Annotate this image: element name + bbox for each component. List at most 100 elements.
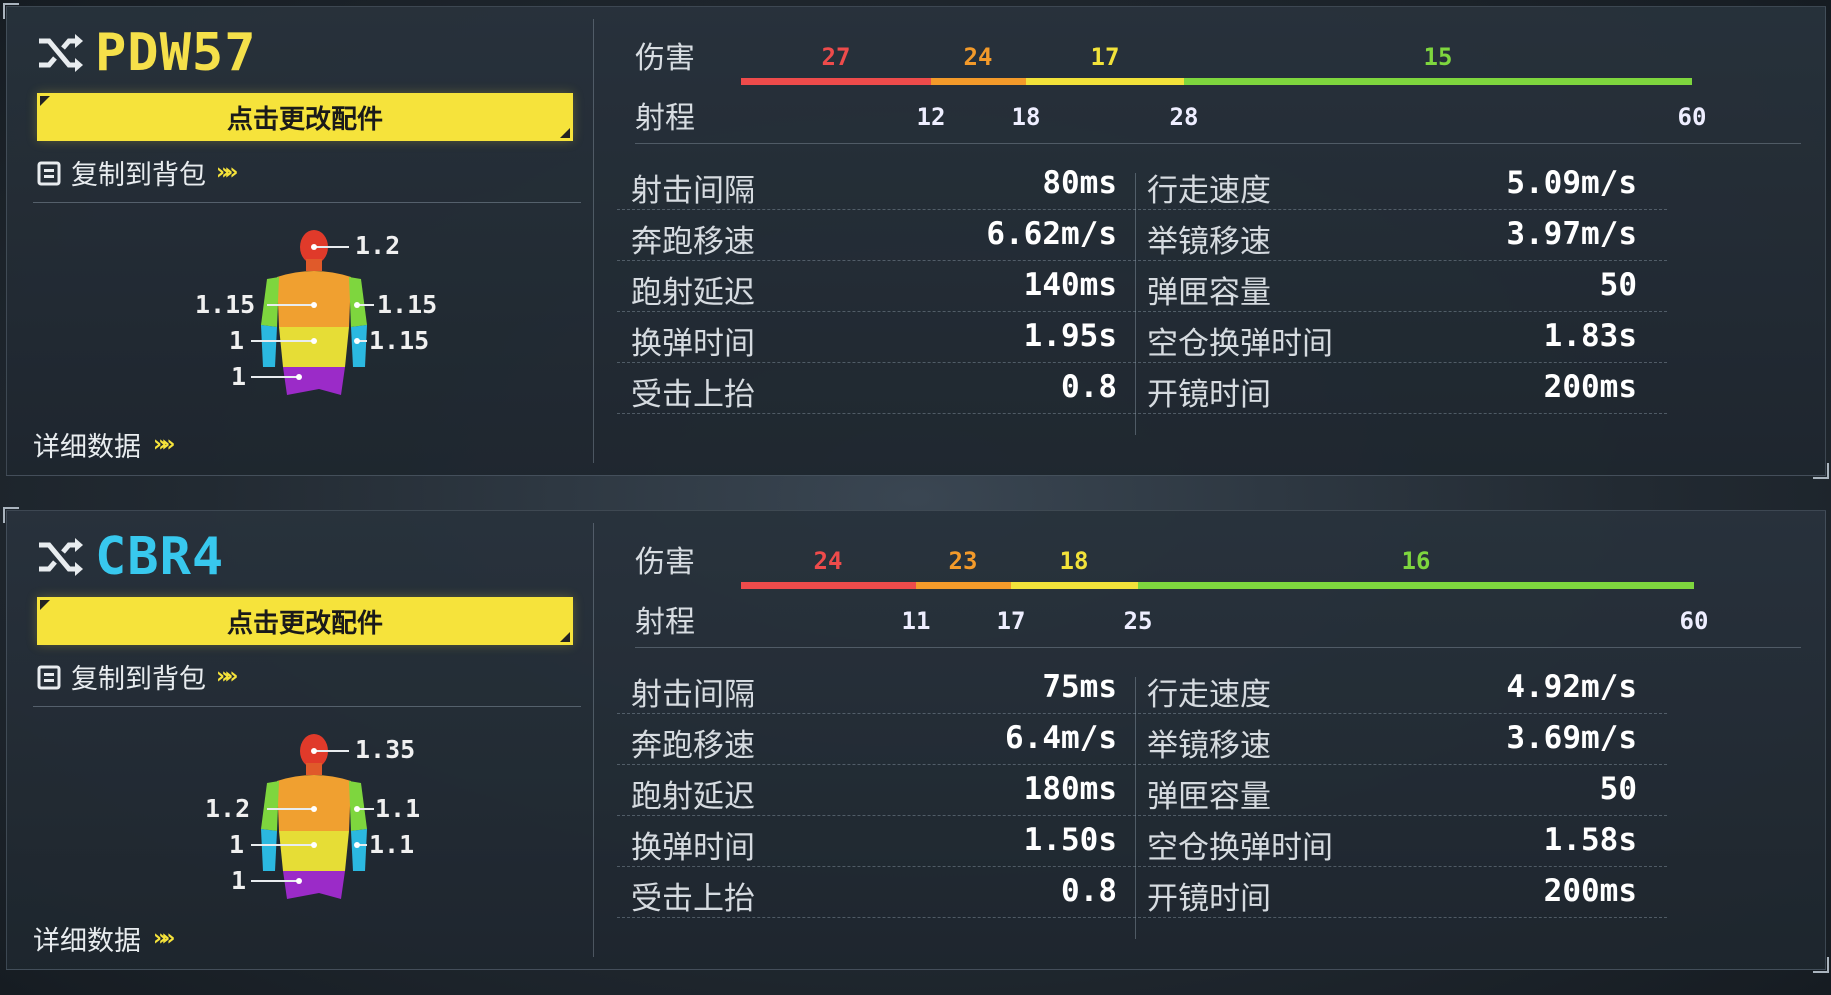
stat-label: 弹匣容量 <box>1147 779 1271 815</box>
stat-value: 200ms <box>1543 369 1637 405</box>
stat-value: 4.92m/s <box>1506 669 1637 705</box>
stat-label: 换弹时间 <box>631 830 755 866</box>
damage-value: 24 <box>963 43 993 71</box>
damage-segment-green <box>1184 78 1692 85</box>
stat-value: 6.62m/s <box>986 216 1117 252</box>
legs-multiplier: 1 <box>231 362 247 391</box>
double-chevron-right-icon: »» <box>153 432 176 457</box>
stat-row: 跑射延迟 180ms 弹匣容量 50 <box>617 765 1667 816</box>
stat-label: 射击间隔 <box>631 173 755 209</box>
detailed-data-link[interactable]: 详细数据 »» <box>33 425 176 464</box>
damage-value: 24 <box>813 547 843 575</box>
stat-label: 弹匣容量 <box>1147 275 1271 311</box>
range-tick: 28 <box>1169 103 1199 131</box>
double-chevron-right-icon: »» <box>153 926 176 951</box>
hit-multiplier-figure: 1.2 1.15 1.15 1 1.15 1 <box>169 217 469 417</box>
stat-row: 跑射延迟 140ms 弹匣容量 50 <box>617 261 1667 312</box>
stat-value: 1.95s <box>1023 318 1117 354</box>
weapon-stats-panel: 伤害 射程 27 24 17 15 12 18 28 60 射击间隔 80ms … <box>617 7 1817 475</box>
stat-value: 5.09m/s <box>1506 165 1637 201</box>
arm-multiplier: 1.15 <box>369 326 430 355</box>
weapon-title-row: PDW57 <box>37 21 257 85</box>
stat-row: 奔跑移速 6.4m/s 举镜移速 3.69m/s <box>617 714 1667 765</box>
arm-multiplier: 1.1 <box>369 830 415 859</box>
stat-row: 射击间隔 75ms 行走速度 4.92m/s <box>617 663 1667 714</box>
damage-value: 16 <box>1401 547 1431 575</box>
double-chevron-right-icon: »» <box>216 160 239 185</box>
legs-multiplier: 1 <box>231 866 247 895</box>
shuffle-icon[interactable] <box>37 535 85 579</box>
stat-value: 140ms <box>1023 267 1117 303</box>
weapon-title-row: CBR4 <box>37 525 224 589</box>
double-chevron-right-icon: »» <box>216 664 239 689</box>
range-label: 射程 <box>635 605 695 640</box>
stat-label: 举镜移速 <box>1147 224 1271 260</box>
stat-value: 0.8 <box>1061 873 1117 909</box>
copy-to-backpack-link[interactable]: 复制到背包 »» <box>37 153 239 192</box>
stat-value: 200ms <box>1543 873 1637 909</box>
stat-label: 受击上抬 <box>631 377 755 413</box>
stat-row: 奔跑移速 6.62m/s 举镜移速 3.97m/s <box>617 210 1667 261</box>
divider <box>635 143 1801 144</box>
damage-segment-green <box>1138 582 1694 589</box>
damage-segment-orange <box>916 582 1011 589</box>
chest-left-multiplier: 1.2 <box>205 794 251 823</box>
weapon-name: CBR4 <box>95 527 225 587</box>
range-tick: 60 <box>1679 607 1709 635</box>
stat-value: 75ms <box>1042 669 1117 705</box>
range-tick: 17 <box>996 607 1026 635</box>
stat-label: 举镜移速 <box>1147 728 1271 764</box>
change-attachments-button[interactable]: 点击更改配件 <box>37 93 573 141</box>
weapon-summary-panel: PDW57 点击更改配件 复制到背包 »» 1.2 1.15 1.15 1 1.… <box>29 7 589 475</box>
chest-right-multiplier: 1.1 <box>375 794 421 823</box>
stat-label: 行走速度 <box>1147 677 1271 713</box>
damage-segment-yellow <box>1026 78 1184 85</box>
divider <box>33 706 581 707</box>
damage-value: 27 <box>821 43 851 71</box>
stat-label: 开镜时间 <box>1147 881 1271 917</box>
weapon-stats-panel: 伤害 射程 24 23 18 16 11 17 25 60 射击间隔 75ms … <box>617 511 1817 969</box>
divider <box>33 202 581 203</box>
range-tick: 60 <box>1677 103 1707 131</box>
divider <box>593 523 594 957</box>
stat-value: 1.58s <box>1543 822 1637 858</box>
damage-segment-red <box>741 78 931 85</box>
detailed-data-link[interactable]: 详细数据 »» <box>33 919 176 958</box>
stat-value: 50 <box>1599 267 1637 303</box>
stat-label: 行走速度 <box>1147 173 1271 209</box>
range-label: 射程 <box>635 101 695 136</box>
copy-to-backpack-link[interactable]: 复制到背包 »» <box>37 657 239 696</box>
stat-label: 奔跑移速 <box>631 224 755 260</box>
damage-segment-orange <box>931 78 1026 85</box>
damage-label: 伤害 <box>635 545 695 580</box>
head-multiplier: 1.2 <box>355 231 401 260</box>
change-attachments-button[interactable]: 点击更改配件 <box>37 597 573 645</box>
stomach-multiplier: 1 <box>229 830 245 859</box>
weapon-card-cbr4: CBR4 点击更改配件 复制到背包 »» 1.35 1.2 1.1 1 1.1 … <box>3 507 1829 973</box>
stat-value: 0.8 <box>1061 369 1117 405</box>
copy-to-backpack-label: 复制到背包 <box>71 664 206 695</box>
stat-value: 1.50s <box>1023 822 1117 858</box>
detailed-data-label: 详细数据 <box>33 926 141 957</box>
divider <box>593 19 594 463</box>
stat-label: 射击间隔 <box>631 677 755 713</box>
stat-value: 3.69m/s <box>1506 720 1637 756</box>
stat-value: 1.83s <box>1543 318 1637 354</box>
head-multiplier: 1.35 <box>355 735 416 764</box>
stat-label: 空仓换弹时间 <box>1147 326 1333 362</box>
stat-value: 180ms <box>1023 771 1117 807</box>
range-tick: 11 <box>901 607 931 635</box>
stat-value: 80ms <box>1042 165 1117 201</box>
stat-label: 空仓换弹时间 <box>1147 830 1333 866</box>
shuffle-icon[interactable] <box>37 31 85 75</box>
stat-label: 受击上抬 <box>631 881 755 917</box>
chest-left-multiplier: 1.15 <box>195 290 256 319</box>
range-tick: 25 <box>1123 607 1153 635</box>
stats-table: 射击间隔 75ms 行走速度 4.92m/s 奔跑移速 6.4m/s 举镜移速 … <box>617 663 1667 939</box>
stat-value: 6.4m/s <box>1005 720 1117 756</box>
damage-range-bar: 27 24 17 15 12 18 28 60 <box>741 7 1741 131</box>
stat-value: 3.97m/s <box>1506 216 1637 252</box>
stomach-multiplier: 1 <box>229 326 245 355</box>
stat-label: 换弹时间 <box>631 326 755 362</box>
range-tick: 18 <box>1011 103 1041 131</box>
